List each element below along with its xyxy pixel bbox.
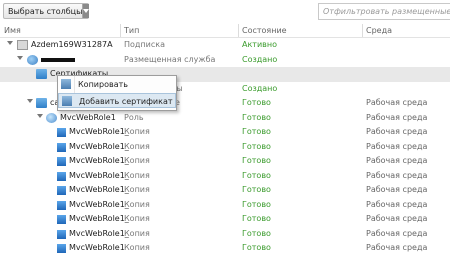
copy-icon <box>61 79 71 89</box>
row-state: Готово <box>242 170 271 180</box>
table-row[interactable]: MvcWebRole1_ Копия Готово Рабочая среда <box>0 198 450 213</box>
row-name: MvcWebRole1_ <box>69 228 129 238</box>
row-type: Подписка <box>124 40 166 49</box>
table-row[interactable]: MvcWebRole1_ Копия Готово Рабочая среда <box>0 140 450 155</box>
instance-icon <box>57 186 66 195</box>
instance-icon <box>57 215 66 224</box>
row-env: Рабочая среда <box>366 156 428 165</box>
subscription-icon <box>17 40 28 50</box>
row-state: Готово <box>242 98 271 107</box>
row-name: MvcWebRole1_ <box>69 127 129 136</box>
row-name: MvcWebRole1 <box>60 112 116 122</box>
row-state: Создано <box>242 83 278 93</box>
row-type: Копия <box>124 156 150 165</box>
column-header-state[interactable]: Состояние <box>242 26 287 35</box>
row-state: Готово <box>242 112 271 122</box>
deployment-icon <box>36 98 47 108</box>
row-type: Копия <box>124 170 150 180</box>
row-state: Активно <box>242 40 278 49</box>
row-env: Рабочая среда <box>366 243 428 252</box>
row-name: MvcWebRole1_ <box>69 141 129 151</box>
row-name: MvcWebRole1_ <box>69 185 129 194</box>
table-row[interactable]: MvcWebRole1 Роль Готово Рабочая среда <box>0 111 450 126</box>
instance-icon <box>57 244 66 253</box>
tree-grid: Azdem169W31287A Подписка Активно Размеще… <box>0 38 450 256</box>
instance-icon <box>57 200 66 210</box>
table-row[interactable]: MvcWebRole1_ Копия Готово Рабочая среда <box>0 154 450 169</box>
row-env: Рабочая среда <box>366 141 428 151</box>
row-env: Рабочая среда <box>366 185 428 194</box>
grid-header: Имя Тип Состояние Среда <box>0 24 450 38</box>
row-state: Готово <box>242 185 271 194</box>
row-env: Рабочая среда <box>366 228 428 238</box>
row-env: Рабочая среда <box>366 199 428 209</box>
row-name: MvcWebRole1_ <box>69 214 129 223</box>
row-state: Готово <box>242 243 271 252</box>
row-state: Готово <box>242 141 271 151</box>
redacted-name <box>41 57 75 62</box>
table-row[interactable]: MvcWebRole1_ Копия Готово Рабочая среда <box>0 212 450 227</box>
row-type: Копия <box>124 228 150 238</box>
expand-arrow-icon[interactable] <box>37 113 43 118</box>
row-state: Готово <box>242 199 271 209</box>
row-env: Рабочая среда <box>366 127 428 136</box>
row-state: Создано <box>242 54 278 64</box>
context-menu: Копировать Добавить сертификат <box>57 75 177 111</box>
row-type: Роль <box>124 112 144 122</box>
menu-item-label: Добавить сертификат <box>79 97 173 106</box>
row-type: Копия <box>124 185 150 194</box>
toolbar: Выбрать столбцы Отфильтровать размещенны… <box>0 0 450 24</box>
row-name: MvcWebRole1_ <box>69 170 129 180</box>
row-name: MvcWebRole1_ <box>69 199 129 209</box>
menu-item-copy[interactable]: Копировать <box>58 77 176 92</box>
row-state: Готово <box>242 156 271 165</box>
row-env: Рабочая среда <box>366 170 428 180</box>
instance-icon <box>57 142 66 152</box>
row-state: Готово <box>242 214 271 223</box>
instance-icon <box>57 229 66 239</box>
choose-columns-label: Выбрать столбцы <box>8 6 83 16</box>
filter-input[interactable]: Отфильтровать размещенные службы <box>318 3 450 20</box>
folder-icon <box>36 69 47 79</box>
table-row[interactable]: MvcWebRole1 Копия Готово Рабочая среда <box>0 241 450 256</box>
row-type: Размещенная служба <box>124 54 216 64</box>
table-row[interactable]: MvcWebRole1_ Копия Готово Рабочая среда <box>0 125 450 140</box>
choose-columns-button[interactable]: Выбрать столбцы <box>3 3 90 19</box>
expand-arrow-icon[interactable] <box>7 41 13 45</box>
row-type: Копия <box>124 141 150 151</box>
row-state: Готово <box>242 127 271 136</box>
column-header-name[interactable]: Имя <box>4 26 21 35</box>
menu-item-label: Копировать <box>78 80 128 89</box>
row-env: Рабочая среда <box>366 112 428 122</box>
table-row[interactable]: Azdem169W31287A Подписка Активно <box>0 38 450 53</box>
certificate-icon <box>62 96 72 106</box>
row-env: Рабочая среда <box>366 98 428 107</box>
table-row[interactable]: Размещенная служба Создано <box>0 53 450 68</box>
row-type: Копия <box>124 214 150 223</box>
role-icon <box>46 112 57 123</box>
expand-arrow-icon[interactable] <box>27 99 33 103</box>
row-type: Копия <box>124 127 150 136</box>
table-row[interactable]: MvcWebRole1_ Копия Готово Рабочая среда <box>0 183 450 198</box>
row-type: Копия <box>124 199 150 209</box>
dropdown-arrow-icon[interactable] <box>82 4 90 18</box>
row-name: Azdem169W31287A <box>31 40 113 49</box>
table-row[interactable]: MvcWebRole1_ Копия Готово Рабочая среда <box>0 169 450 184</box>
row-type: Копия <box>124 243 150 252</box>
table-row[interactable]: MvcWebRole1_ Копия Готово Рабочая среда <box>0 227 450 242</box>
row-state: Готово <box>242 228 271 238</box>
row-name: MvcWebRole1_ <box>69 156 129 165</box>
hosted-service-icon <box>27 54 38 65</box>
instance-icon <box>57 171 66 181</box>
row-env: Рабочая среда <box>366 214 428 223</box>
instance-icon <box>57 128 66 137</box>
row-name: MvcWebRole1 <box>69 243 125 252</box>
menu-item-add-certificate[interactable]: Добавить сертификат <box>58 93 176 108</box>
instance-icon <box>57 157 66 166</box>
column-header-env[interactable]: Среда <box>366 26 392 35</box>
expand-arrow-icon[interactable] <box>17 55 23 60</box>
column-header-type[interactable]: Тип <box>124 26 139 35</box>
